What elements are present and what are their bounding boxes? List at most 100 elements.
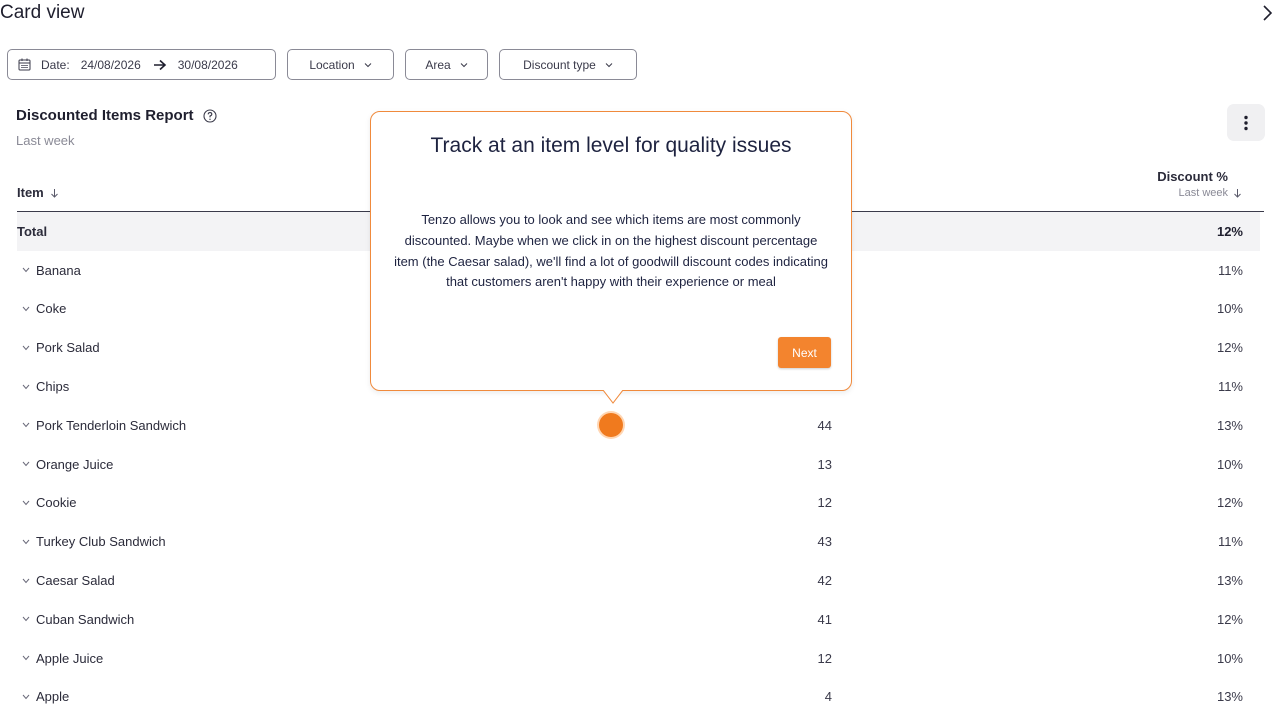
row-pct: 13%	[1216, 573, 1243, 589]
row-name-label: Coke	[36, 301, 67, 317]
row-name: Turkey Club Sandwich	[17, 534, 166, 549]
chevron-down-icon[interactable]	[22, 461, 30, 467]
row-pct: 12%	[1216, 223, 1243, 239]
table-row[interactable]: Cuban Sandwich 41 12%	[17, 600, 1260, 639]
row-pct: 11%	[1217, 262, 1243, 278]
tooltip-body: Tenzo allows you to look and see which i…	[394, 212, 828, 290]
chevron-down-icon[interactable]	[22, 616, 30, 622]
row-name: Apple	[17, 689, 69, 704]
calendar-icon	[18, 58, 31, 71]
chevron-down-icon[interactable]	[22, 345, 30, 351]
row-name-label: Cuban Sandwich	[36, 611, 135, 627]
row-name: Orange Juice	[17, 457, 113, 472]
page-title: Card view	[0, 2, 85, 23]
area-filter-label: Area	[425, 57, 451, 72]
more-options-button[interactable]	[1227, 104, 1265, 141]
date-range-picker[interactable]: Date: 24/08/2026 30/08/2026	[7, 49, 276, 80]
row-name: Chips	[17, 379, 69, 394]
row-name-label: Chips	[36, 379, 70, 395]
chevron-down-icon[interactable]	[22, 500, 30, 506]
table-row[interactable]: Orange Juice 13 10%	[17, 445, 1260, 484]
chevron-down-icon[interactable]	[22, 694, 30, 700]
chevron-down-icon[interactable]	[22, 422, 30, 428]
row-pct: 10%	[1216, 650, 1243, 666]
row-pct: 12%	[1216, 495, 1243, 511]
tooltip-pointer	[603, 390, 623, 404]
discount-type-filter[interactable]: Discount type	[499, 49, 637, 80]
table-row[interactable]: Apple 4 13%	[17, 678, 1260, 717]
sort-down-icon	[50, 188, 58, 198]
row-name: Total	[17, 223, 48, 239]
location-filter-label: Location	[309, 57, 355, 72]
row-name-label: Caesar Salad	[36, 573, 115, 589]
chevron-down-icon[interactable]	[22, 384, 30, 390]
table-row[interactable]: Turkey Club Sandwich 43 11%	[17, 522, 1260, 561]
chevron-down-icon[interactable]	[22, 655, 30, 661]
table-row[interactable]: Pork Tenderloin Sandwich 44 13%	[17, 406, 1260, 445]
row-name: Coke	[17, 301, 66, 316]
row-count: 13	[817, 456, 832, 472]
report-subtitle: Last week	[16, 133, 75, 148]
chevron-down-icon	[364, 62, 372, 67]
chevron-down-icon[interactable]	[22, 578, 30, 584]
row-name-label: Turkey Club Sandwich	[36, 534, 166, 550]
chevron-down-icon[interactable]	[22, 267, 30, 273]
date-from: 24/08/2026	[80, 57, 141, 72]
chevron-down-icon[interactable]	[22, 539, 30, 545]
row-pct: 13%	[1216, 417, 1243, 433]
chevron-down-icon[interactable]	[22, 306, 30, 312]
row-pct: 10%	[1216, 456, 1243, 472]
row-name: Cuban Sandwich	[17, 612, 134, 627]
row-name-label: Banana	[36, 262, 81, 278]
row-name: Pork Tenderloin Sandwich	[17, 418, 186, 433]
table-row[interactable]: Apple Juice 12 10%	[17, 639, 1260, 678]
report-title-text: Discounted Items Report	[16, 107, 194, 124]
row-name-label: Pork Salad	[36, 340, 100, 356]
discount-type-filter-label: Discount type	[523, 57, 596, 72]
onboarding-tooltip: Track at an item level for quality issue…	[370, 111, 852, 404]
row-name: Banana	[17, 263, 81, 278]
chevron-down-icon	[460, 62, 468, 67]
table-row[interactable]: Caesar Salad 42 13%	[17, 561, 1260, 600]
row-count: 43	[817, 534, 832, 550]
chevron-right-icon[interactable]	[1262, 3, 1272, 23]
row-name: Apple Juice	[17, 651, 103, 666]
kebab-menu-icon	[1244, 115, 1248, 130]
row-pct: 12%	[1216, 340, 1243, 356]
sort-down-icon	[1234, 189, 1241, 198]
column-header-discount-sub[interactable]: Last week	[1178, 187, 1242, 199]
row-pct: 11%	[1217, 534, 1243, 550]
row-count: 12	[817, 495, 832, 511]
row-count: 42	[817, 573, 832, 589]
chevron-down-icon	[605, 62, 613, 67]
column-header-discount-period: Last week	[1178, 187, 1228, 199]
location-filter[interactable]: Location	[287, 49, 394, 80]
table-row[interactable]: Cookie 12 12%	[17, 484, 1260, 523]
report-title: Discounted Items Report	[16, 107, 217, 124]
area-filter[interactable]: Area	[405, 49, 488, 80]
tooltip-title: Track at an item level for quality issue…	[430, 134, 792, 157]
tooltip-next-button[interactable]: Next	[778, 337, 831, 368]
row-name-label: Apple Juice	[36, 650, 104, 666]
row-name-label: Cookie	[36, 495, 77, 511]
column-header-item[interactable]: Item	[17, 185, 59, 200]
arrow-right-icon	[153, 59, 166, 70]
row-pct: 12%	[1216, 611, 1243, 627]
row-name-label: Apple	[36, 689, 70, 705]
date-to: 30/08/2026	[177, 57, 238, 72]
help-icon[interactable]	[202, 108, 217, 123]
row-pct: 13%	[1216, 689, 1243, 705]
tour-beacon[interactable]	[599, 413, 623, 437]
row-count: 44	[817, 417, 832, 433]
row-pct: 10%	[1216, 301, 1243, 317]
row-name: Cookie	[17, 495, 76, 510]
row-count: 4	[824, 689, 832, 705]
row-name-label: Pork Tenderloin Sandwich	[36, 417, 187, 433]
row-count: 12	[817, 650, 832, 666]
column-header-discount[interactable]: Discount %	[1157, 169, 1228, 184]
column-header-item-label: Item	[17, 185, 44, 200]
row-name: Caesar Salad	[17, 573, 115, 588]
row-pct: 11%	[1217, 379, 1243, 395]
row-count: 41	[817, 611, 832, 627]
date-label: Date:	[41, 57, 70, 72]
